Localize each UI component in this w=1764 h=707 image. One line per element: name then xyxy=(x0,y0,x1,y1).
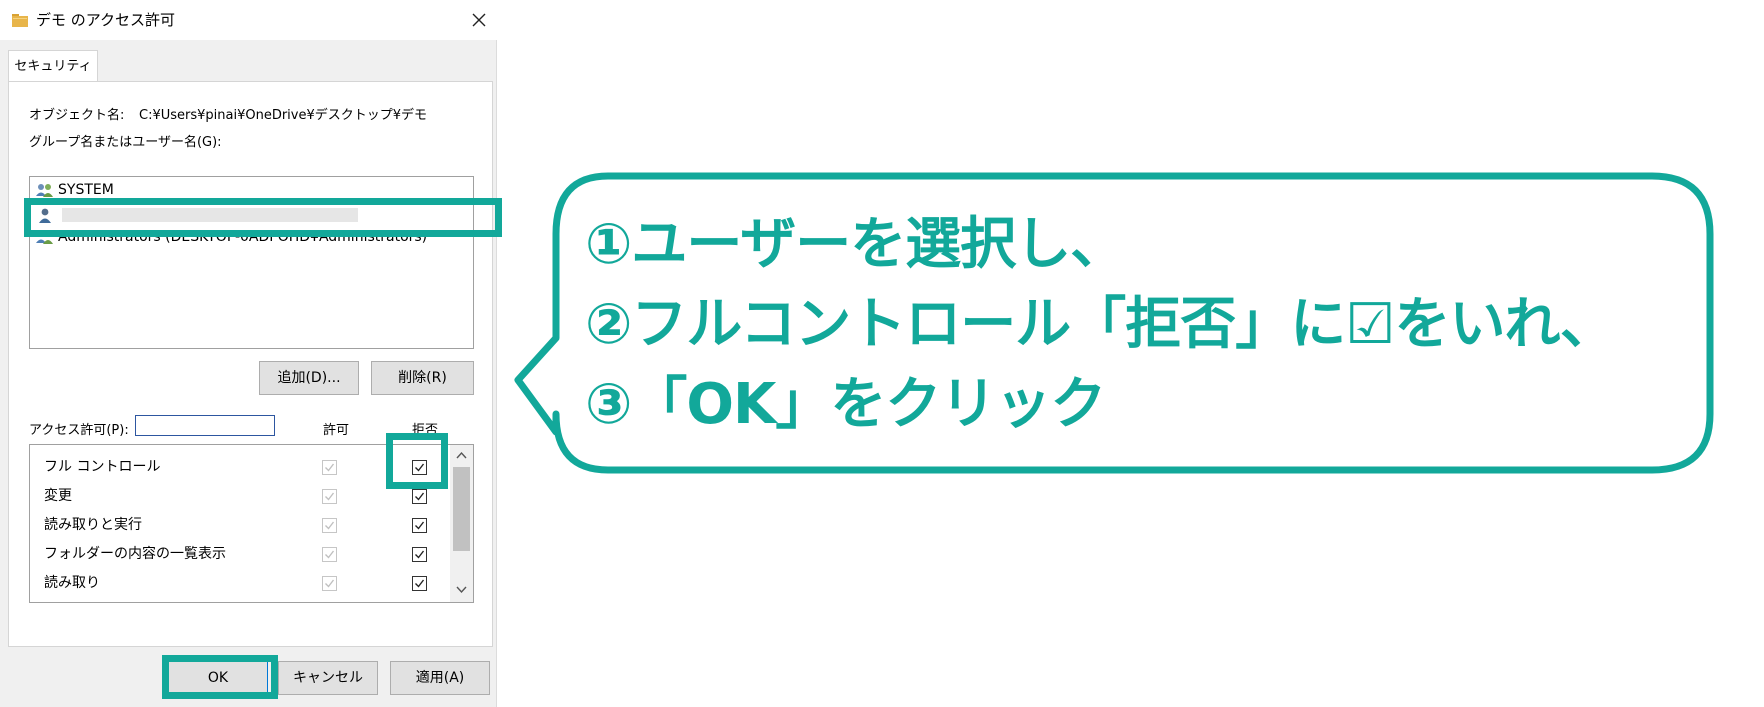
callout-line-1: ①ユーザーを選択し、 xyxy=(585,212,1126,277)
callout-text: ①ユーザーを選択し、 ②フルコントロール「拒否」に☑をいれ、 ③「OK」をクリッ… xyxy=(585,205,1715,445)
callout-line-2: ②フルコントロール「拒否」に☑をいれ、 xyxy=(585,292,1616,357)
callout-line-3: ③「OK」をクリック xyxy=(585,372,1106,437)
